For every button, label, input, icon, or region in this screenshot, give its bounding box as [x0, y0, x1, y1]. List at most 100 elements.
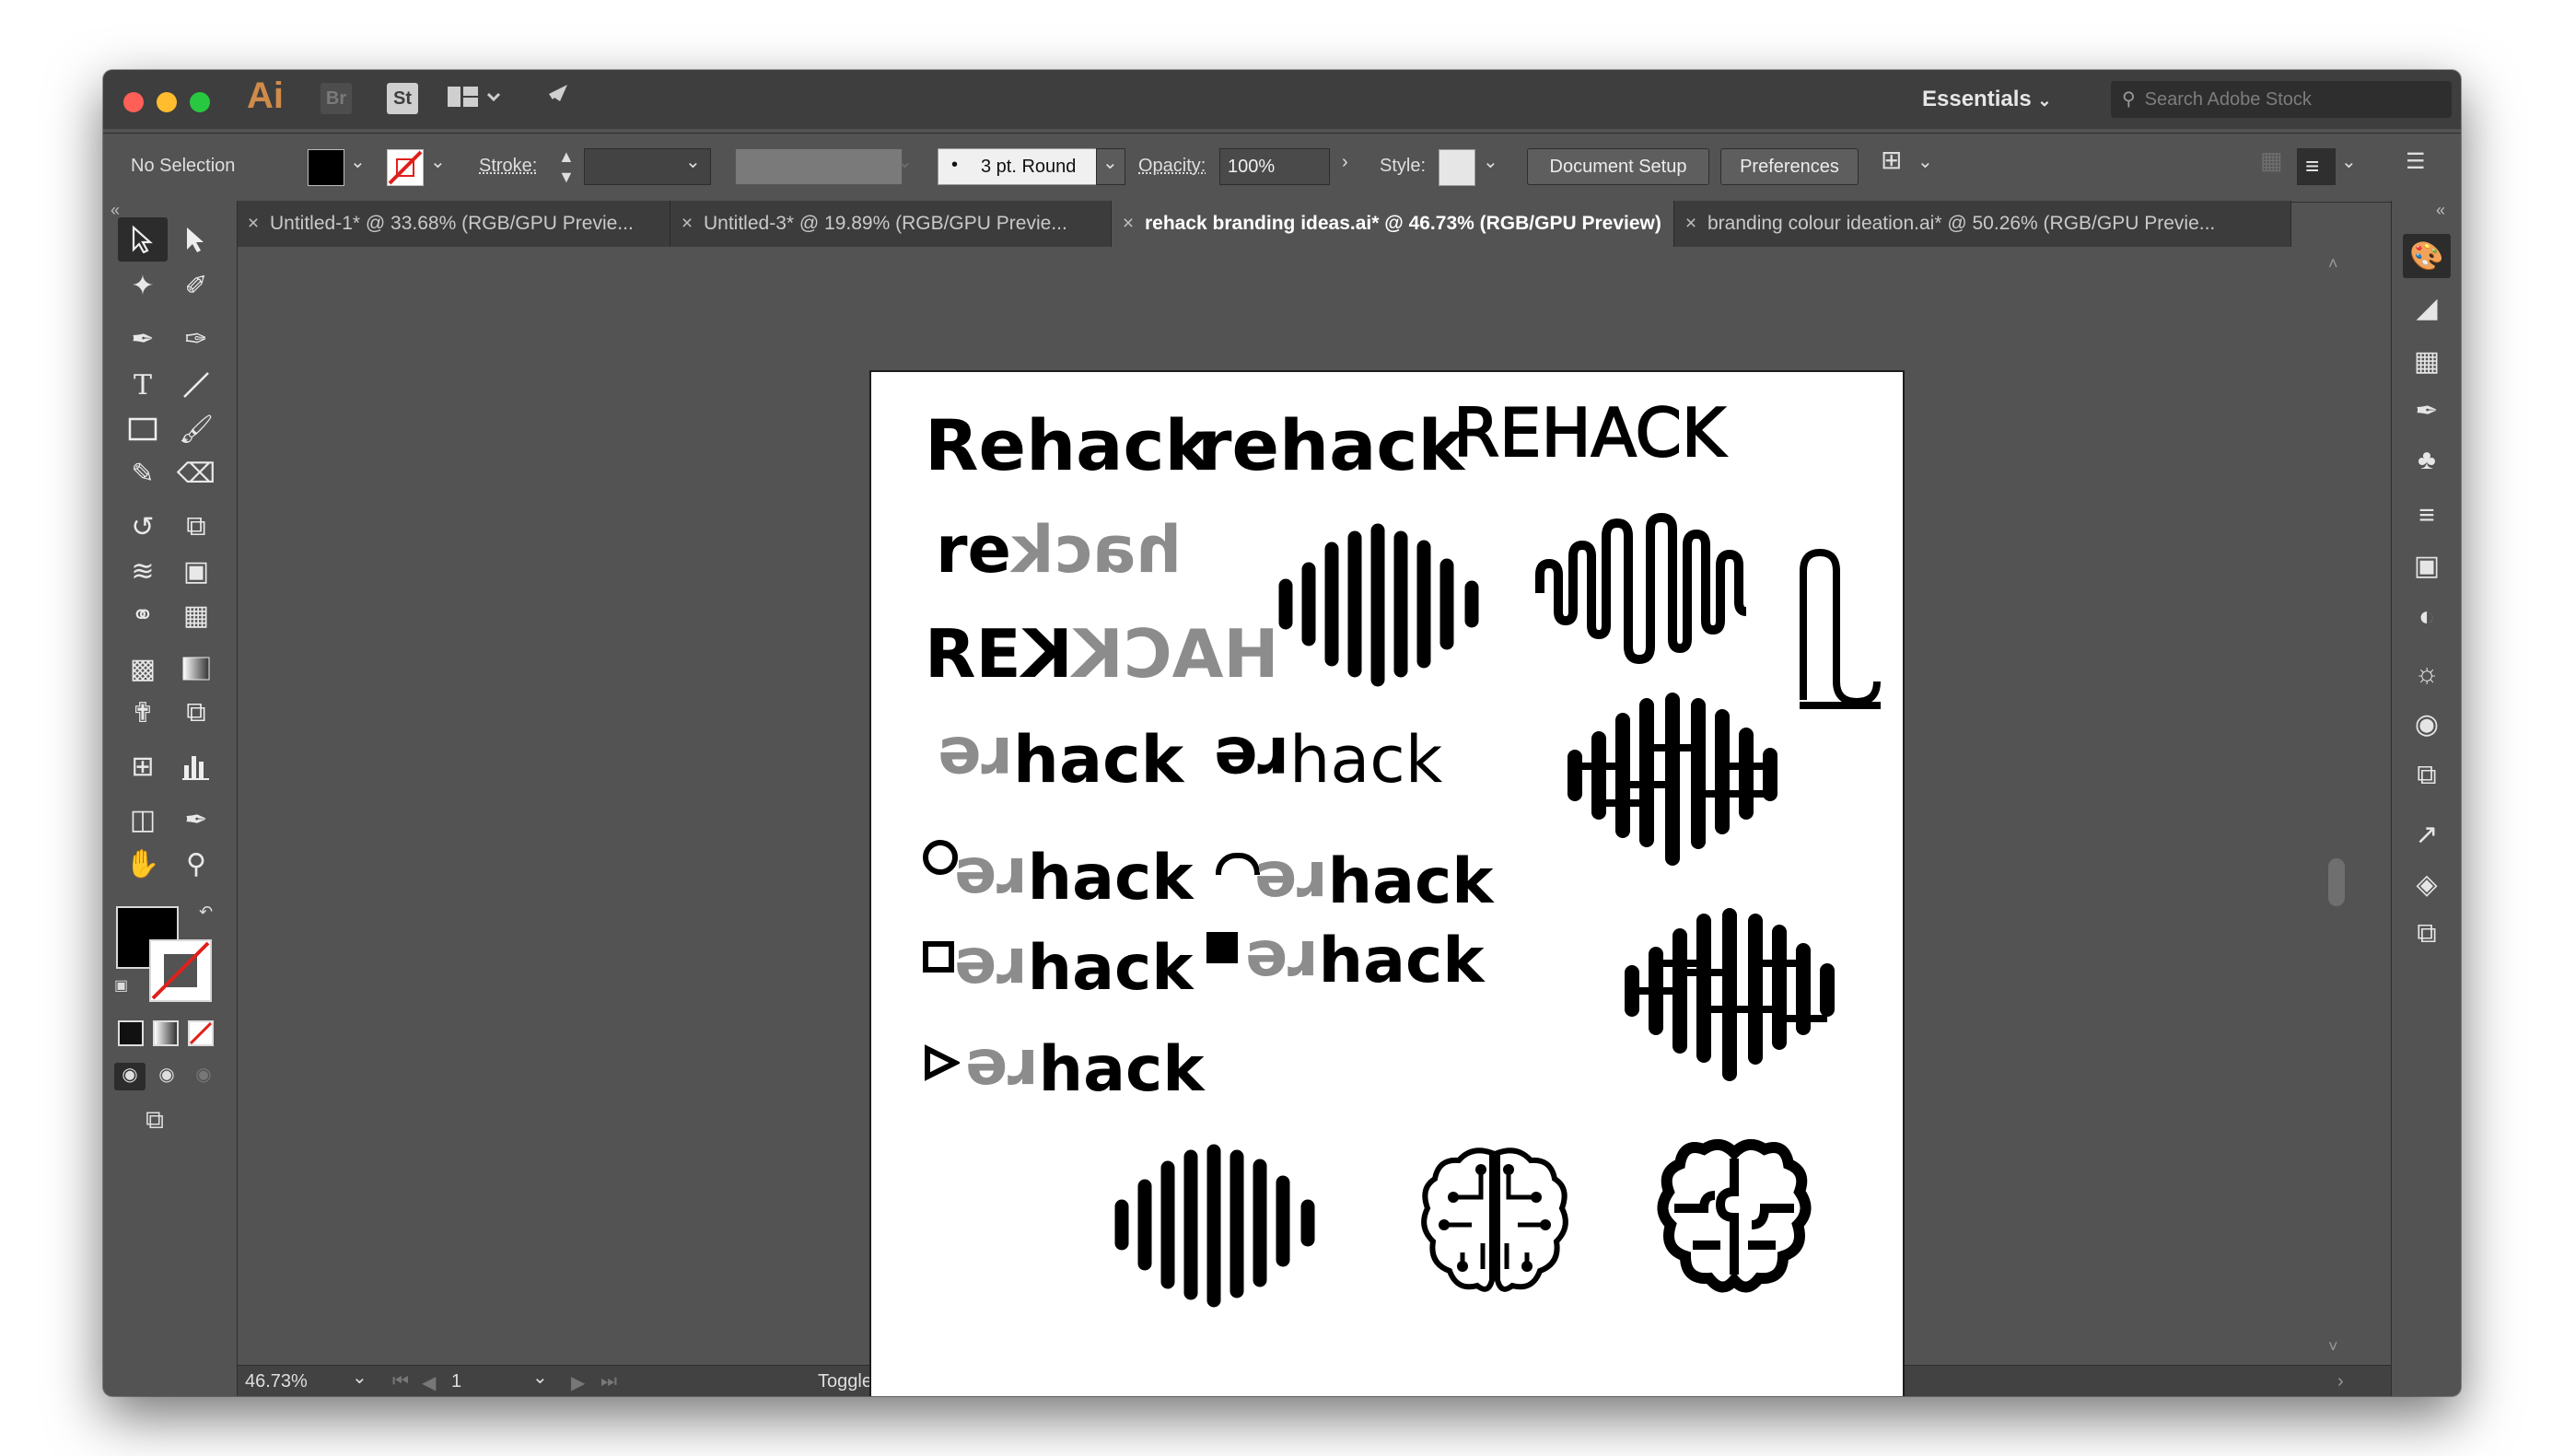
close-tab-icon[interactable]: × — [1112, 201, 1145, 247]
eyedropper-icon[interactable]: ✟ — [118, 691, 168, 735]
stroke-swatch[interactable] — [387, 149, 424, 186]
artboard[interactable]: Rehack rehack REHACK rehack REKHACK reha… — [869, 370, 1905, 1396]
zoom-chevron-icon[interactable]: ⌄ — [352, 1366, 367, 1389]
curvature-icon[interactable]: ✑ — [171, 317, 221, 361]
blend-icon[interactable]: ⧉ — [171, 691, 221, 735]
symbols-icon[interactable]: ♣ — [2403, 438, 2451, 483]
rectangle-icon[interactable] — [118, 407, 168, 451]
previous-artboard-icon[interactable]: ◀ — [422, 1371, 436, 1394]
circuit-brain-mark[interactable] — [1416, 1142, 1573, 1299]
stroke-label[interactable]: Stroke: — [479, 156, 537, 177]
slice-icon[interactable]: ✒ — [171, 798, 221, 842]
appearance-icon[interactable]: ◉ — [2403, 702, 2451, 746]
opacity-chevron-right-icon[interactable]: › — [1342, 152, 1348, 173]
cc-libraries-icon[interactable]: ☼ — [2403, 652, 2451, 696]
shape-builder-icon[interactable]: ⚭ — [118, 593, 168, 637]
perspective-grid-icon[interactable]: ▦ — [171, 593, 221, 637]
minimize-window-button[interactable] — [157, 92, 177, 112]
stroke-icon[interactable]: ≡ — [2403, 494, 2451, 538]
wordmark-square-outline-variant[interactable]: rehack — [954, 933, 1193, 1006]
artboard-icon[interactable]: ◫ — [118, 798, 168, 842]
soundwave-bars-mark-1[interactable] — [1276, 521, 1488, 687]
wordmark-uppercase[interactable]: REHACK — [1452, 399, 1726, 467]
color-panel-icon[interactable]: ◢ — [2403, 285, 2451, 330]
branched-wave-mark-2[interactable] — [1621, 908, 1842, 1083]
stroke-dropdown-chevron-icon[interactable]: ⌄ — [430, 150, 446, 173]
stock-button[interactable]: St — [387, 83, 418, 114]
pen-icon[interactable]: ✒ — [118, 317, 168, 361]
arrange-panels-icon[interactable]: ▦ — [2260, 146, 2283, 175]
panel-menu-icon[interactable]: ☰ — [2406, 148, 2426, 175]
lasso-icon[interactable]: ✐ — [171, 263, 221, 308]
gradient-icon[interactable] — [171, 646, 221, 691]
wordmark-triangle-variant[interactable]: rehack — [965, 1034, 1204, 1107]
brush-chevron-button[interactable]: ⌄ — [1096, 148, 1125, 185]
profile-chevron-icon[interactable]: ⌄ — [897, 150, 913, 173]
properties-toggle[interactable]: ≡ — [2297, 148, 2336, 185]
document-setup-button[interactable]: Document Setup — [1527, 148, 1709, 185]
arrange-documents-icon[interactable] — [446, 81, 503, 120]
vertical-scroll-thumb[interactable] — [2328, 858, 2345, 906]
zoom-icon[interactable]: ⚲ — [171, 842, 221, 886]
color-guide-icon[interactable]: 🎨 — [2403, 234, 2451, 278]
graphic-style-swatch[interactable] — [1439, 149, 1475, 186]
swatches-icon[interactable]: ▦ — [2403, 339, 2451, 383]
mesh-icon[interactable]: ▩ — [118, 646, 168, 691]
properties-chevron-icon[interactable]: ⌄ — [2341, 150, 2357, 173]
swap-colors-icon[interactable]: ↶ — [199, 903, 213, 922]
opacity-label[interactable]: Opacity: — [1138, 156, 1206, 177]
tall-loop-mark[interactable] — [1792, 543, 1884, 728]
close-window-button[interactable] — [123, 92, 144, 112]
squiggle-wave-mark[interactable] — [1531, 510, 1761, 676]
variable-width-profile[interactable] — [735, 148, 903, 185]
align-to-icon[interactable]: ⊞ — [1881, 145, 1902, 175]
stroke-weight-stepper[interactable]: ▲ ▼ — [558, 146, 575, 187]
draw-behind-icon[interactable]: ◉ — [151, 1063, 182, 1090]
wordmark-mirrored-upper[interactable]: REKHACK — [925, 615, 1279, 693]
free-transform-icon[interactable]: ▣ — [171, 549, 221, 593]
eraser-icon[interactable]: ⌫ — [171, 451, 221, 495]
wordmark-flipped-re-light[interactable]: rehack — [1214, 722, 1442, 798]
line-icon[interactable] — [171, 363, 221, 407]
magic-wand-icon[interactable]: ✦ — [118, 263, 168, 308]
brushes-icon[interactable]: ✒ — [2403, 389, 2451, 433]
last-artboard-icon[interactable]: ⏭ — [600, 1371, 617, 1392]
transparency-icon[interactable]: ◐ — [2403, 595, 2451, 639]
shaper-icon[interactable]: ✎ — [118, 451, 168, 495]
zoom-level-field[interactable]: 46.73% — [245, 1371, 308, 1392]
branched-wave-mark-1[interactable] — [1564, 693, 1785, 868]
selection-icon[interactable] — [118, 217, 168, 262]
close-tab-icon[interactable]: × — [670, 201, 704, 247]
wordmark-flipped-re-bold[interactable]: rehack — [938, 722, 1183, 798]
color-mode-icon[interactable] — [118, 1020, 144, 1046]
soundwave-bars-mark-2[interactable] — [1113, 1142, 1324, 1308]
tab-rehack-branding-ideas[interactable]: × rehack branding ideas.ai* @ 46.73% (RGB… — [1112, 201, 1674, 247]
width-icon[interactable]: ≋ — [118, 549, 168, 593]
export-icon[interactable]: ↗ — [2403, 812, 2451, 856]
bridge-button[interactable]: Br — [320, 83, 352, 114]
wordmark-square-filled-variant[interactable]: rehack — [1245, 926, 1484, 998]
screen-mode-icon[interactable]: ⧉ — [146, 1105, 164, 1136]
scroll-up-icon[interactable]: ˄ — [2328, 254, 2338, 274]
tab-untitled-3[interactable]: × Untitled-3* @ 19.89% (RGB/GPU Previe... — [670, 201, 1112, 247]
wordmark-mirrored-lower[interactable]: rehack — [936, 512, 1182, 588]
align-chevron-icon[interactable]: ⌄ — [1917, 150, 1933, 173]
brush-definition-field[interactable]: • 3 pt. Round — [938, 148, 1098, 185]
gradient-mode-icon[interactable] — [153, 1020, 179, 1046]
artboards-icon[interactable]: ⧉ — [2403, 912, 2451, 956]
gradient-panel-icon[interactable]: ▣ — [2403, 543, 2451, 588]
type-icon[interactable]: T — [118, 363, 168, 407]
graphic-styles-icon[interactable]: ⧉ — [2403, 753, 2451, 798]
collapse-dock-icon[interactable]: « — [2436, 201, 2445, 220]
scroll-right-icon[interactable]: › — [2337, 1371, 2344, 1392]
scale-icon[interactable]: ⧉ — [171, 505, 221, 549]
style-chevron-icon[interactable]: ⌄ — [1483, 150, 1498, 173]
wordmark-semicircle-variant[interactable]: rehack — [1254, 846, 1493, 919]
search-stock-field[interactable]: ⚲ Search Adobe Stock — [2111, 81, 2452, 118]
hand-icon[interactable]: ✋ — [118, 842, 168, 886]
rotate-icon[interactable]: ↺ — [118, 505, 168, 549]
fill-swatch[interactable] — [308, 149, 344, 186]
close-tab-icon[interactable]: × — [1674, 201, 1707, 247]
wordmark-circle-variant[interactable]: rehack — [954, 843, 1193, 915]
draw-normal-icon[interactable]: ◉ — [114, 1063, 146, 1090]
